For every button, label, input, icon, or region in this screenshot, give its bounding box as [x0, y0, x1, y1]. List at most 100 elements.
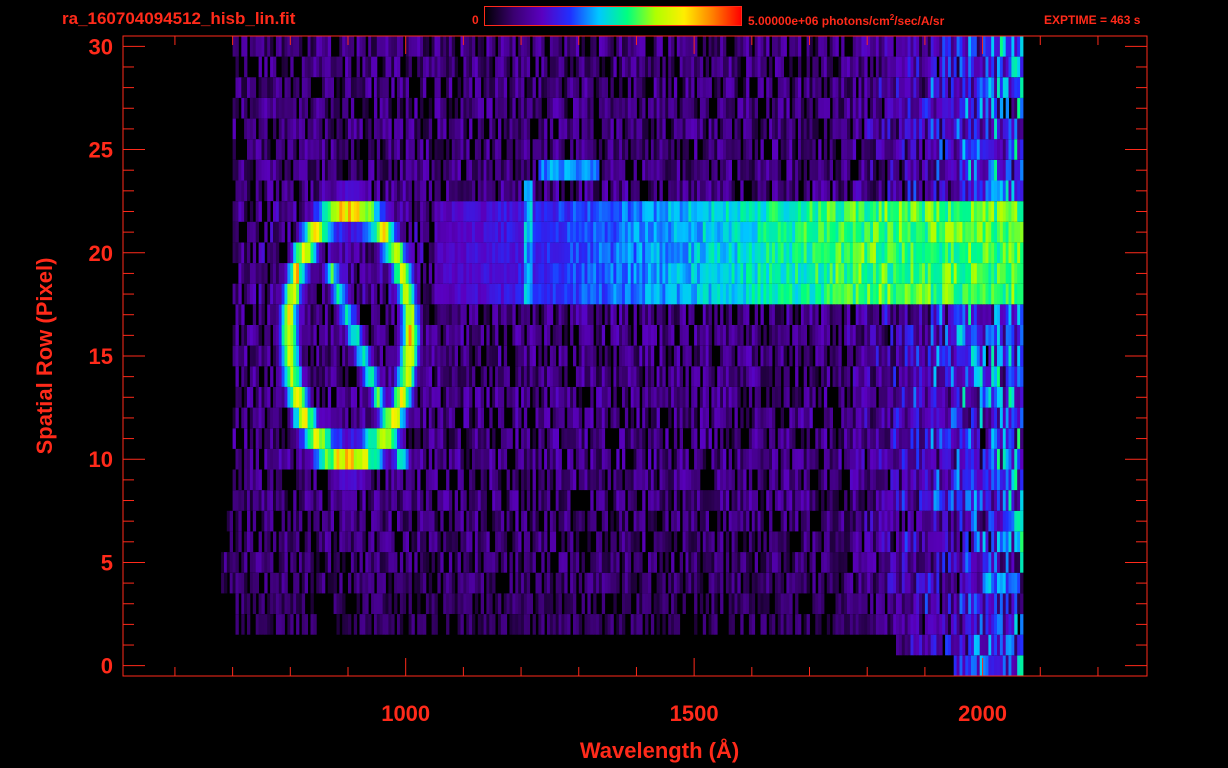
heatmap-cell	[939, 221, 943, 243]
heatmap-cell	[382, 510, 386, 532]
heatmap-cell	[973, 572, 978, 594]
heatmap-cell	[803, 490, 807, 511]
heatmap-cell	[878, 572, 882, 594]
heatmap-cell	[898, 345, 903, 367]
heatmap-cell	[924, 469, 929, 491]
heatmap-cell	[1002, 221, 1007, 243]
heatmap-cell	[772, 614, 776, 635]
heatmap-cell	[290, 283, 294, 305]
heatmap-cell	[593, 283, 597, 305]
heatmap-cell	[673, 345, 678, 367]
heatmap-cell	[694, 531, 698, 553]
heatmap-cell	[368, 407, 372, 429]
heatmap-cell	[653, 325, 657, 346]
heatmap-cell	[509, 614, 513, 635]
heatmap-cell	[916, 283, 920, 305]
heatmap-cell	[743, 304, 747, 325]
heatmap-cell	[985, 387, 989, 408]
heatmap-cell	[772, 242, 776, 264]
heatmap-cell	[867, 242, 871, 264]
heatmap-cell	[994, 614, 998, 635]
heatmap-cell	[590, 469, 594, 491]
heatmap-cell	[549, 345, 554, 367]
heatmap-cell	[904, 572, 908, 594]
heatmap-cell	[581, 448, 585, 470]
heatmap-cell	[939, 407, 943, 429]
heatmap-cell	[829, 490, 833, 511]
heatmap-cell	[448, 448, 453, 470]
heatmap-cell	[867, 201, 871, 222]
heatmap-cell	[564, 469, 568, 491]
heatmap-cell	[278, 469, 283, 491]
heatmap-cell	[339, 201, 343, 222]
heatmap-cell	[774, 490, 779, 511]
heatmap-cell	[610, 407, 614, 429]
heatmap-cell	[861, 387, 865, 408]
heatmap-cell	[238, 180, 242, 202]
heatmap-cell	[743, 531, 747, 553]
heatmap-cell	[434, 201, 438, 222]
heatmap-cell	[711, 531, 715, 553]
heatmap-cell	[717, 552, 721, 573]
heatmap-cell	[232, 325, 236, 346]
heatmap-cell	[665, 221, 669, 243]
heatmap-cell	[699, 407, 704, 429]
heatmap-cell	[991, 614, 995, 635]
heatmap-cell	[573, 552, 577, 573]
heatmap-cell	[858, 201, 862, 222]
heatmap-cell	[927, 283, 932, 305]
heatmap-cell	[535, 325, 539, 346]
heatmap-cell	[711, 407, 715, 429]
heatmap-cell	[613, 531, 617, 553]
heatmap-cell	[659, 593, 663, 614]
heatmap-cell	[350, 221, 355, 243]
heatmap-cell	[881, 387, 885, 408]
heatmap-cell	[512, 407, 516, 429]
heatmap-cell	[573, 407, 577, 429]
heatmap-cell	[512, 304, 516, 325]
heatmap-cell	[610, 283, 614, 305]
heatmap-cell	[480, 201, 484, 222]
heatmap-cell	[561, 180, 565, 202]
heatmap-cell	[319, 366, 323, 387]
heatmap-cell	[751, 345, 756, 367]
heatmap-cell	[841, 552, 845, 573]
heatmap-cell	[552, 531, 557, 553]
heatmap-cell	[728, 304, 732, 325]
heatmap-cell	[244, 387, 248, 408]
heatmap-cell	[1020, 490, 1024, 511]
heatmap-cell	[567, 428, 571, 449]
heatmap-cell	[526, 180, 531, 202]
heatmap-cell	[679, 448, 683, 470]
heatmap-cell	[942, 531, 946, 553]
heatmap-cell	[264, 221, 268, 243]
heatmap-cell	[402, 304, 407, 325]
heatmap-cell	[1002, 655, 1007, 676]
heatmap-cell	[365, 283, 369, 305]
heatmap-cell	[333, 428, 337, 449]
heatmap-cell	[942, 490, 946, 511]
heatmap-cell	[659, 552, 663, 573]
heatmap-cell	[443, 572, 447, 594]
heatmap-cell	[999, 345, 1004, 367]
heatmap-cell	[1017, 387, 1021, 408]
heatmap-cell	[538, 407, 542, 429]
heatmap-cell	[751, 366, 756, 387]
heatmap-cell	[437, 304, 441, 325]
heatmap-cell	[919, 552, 923, 573]
heatmap-cell	[887, 572, 891, 594]
heatmap-cell	[310, 366, 314, 387]
heatmap-cell	[483, 510, 487, 532]
heatmap-cell	[362, 201, 366, 222]
heatmap-cell	[402, 345, 407, 367]
heatmap-cell	[806, 448, 810, 470]
heatmap-cell	[922, 263, 926, 284]
heatmap-cell	[379, 387, 383, 408]
heatmap-cell	[665, 201, 669, 222]
heatmap-cell	[878, 552, 882, 573]
heatmap-cell	[795, 304, 799, 325]
heatmap-cell	[1020, 634, 1024, 656]
heatmap-cell	[636, 387, 640, 408]
heatmap-cell	[333, 201, 337, 222]
heatmap-cell	[910, 407, 914, 429]
